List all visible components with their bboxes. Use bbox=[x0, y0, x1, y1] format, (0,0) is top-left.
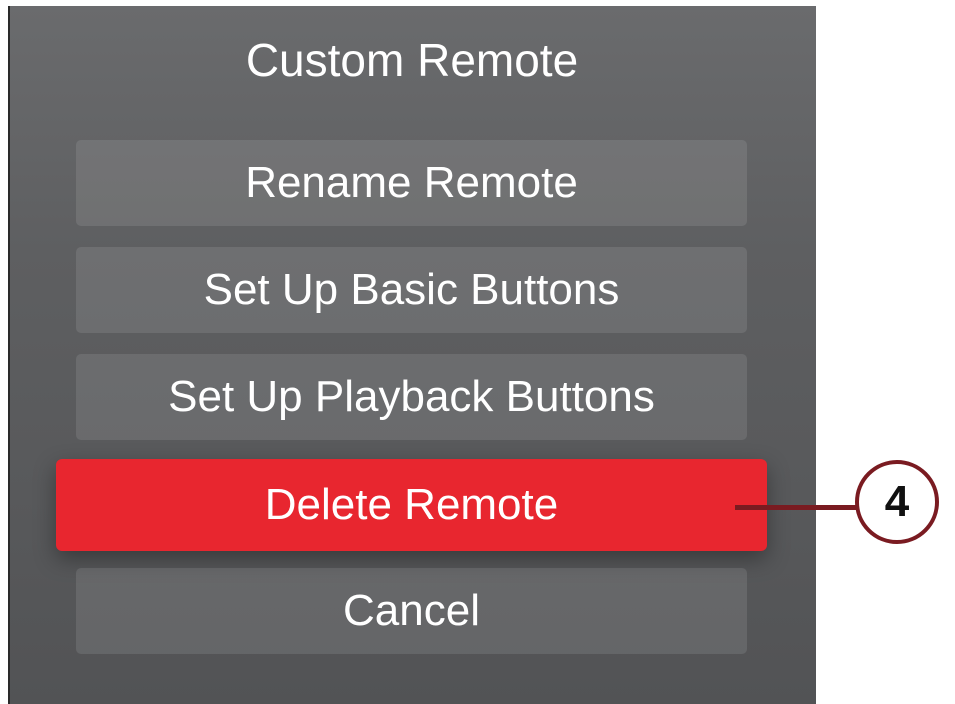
screen-edge-divider bbox=[8, 6, 10, 704]
dialog-title: Custom Remote bbox=[245, 34, 579, 86]
cancel-button[interactable]: Cancel bbox=[76, 568, 747, 654]
callout-step-badge: 4 bbox=[855, 460, 939, 544]
delete-remote-button[interactable]: Delete Remote bbox=[56, 459, 767, 551]
set-up-basic-buttons-button[interactable]: Set Up Basic Buttons bbox=[76, 247, 747, 333]
custom-remote-dialog: Custom Remote Rename Remote Set Up Basic… bbox=[8, 6, 816, 704]
rename-remote-button[interactable]: Rename Remote bbox=[76, 140, 747, 226]
callout-leader-line bbox=[735, 505, 861, 510]
set-up-playback-buttons-button[interactable]: Set Up Playback Buttons bbox=[76, 354, 747, 440]
